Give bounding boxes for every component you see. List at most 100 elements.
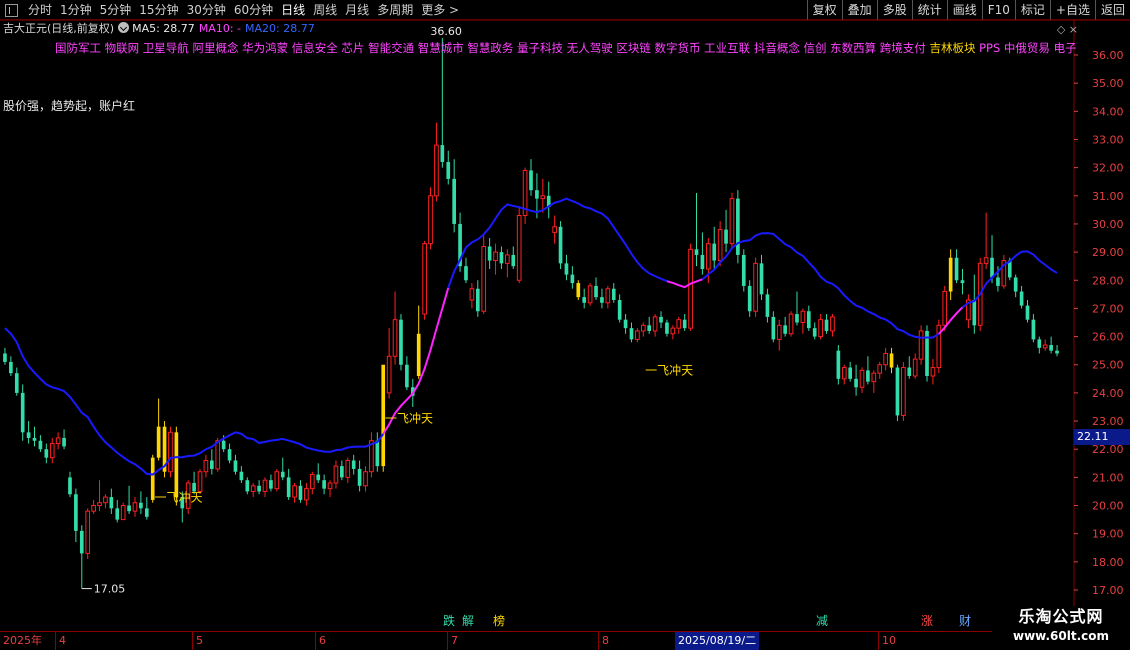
candle-body — [475, 288, 480, 312]
timeline-month-5: 5 — [192, 632, 203, 650]
candle-body — [901, 367, 906, 416]
candle-body — [771, 316, 776, 340]
candle-body — [948, 257, 953, 292]
chart-corner-icons[interactable]: ◇ × — [1057, 23, 1078, 36]
candle-body — [795, 314, 799, 323]
candle-body — [841, 367, 847, 380]
signal-label-yifeichongtian: 一飞冲天 — [385, 411, 433, 426]
candle-body — [570, 274, 575, 284]
candle-body — [55, 437, 61, 445]
candle-body — [280, 471, 285, 478]
candle-body — [227, 449, 232, 461]
candle-body — [960, 280, 965, 284]
candle-body — [871, 372, 877, 383]
candle-body — [493, 251, 498, 262]
candle-body — [298, 485, 303, 500]
price-tick-label: 21.00 — [1092, 471, 1124, 484]
candle-body — [174, 432, 179, 498]
candle-body — [983, 257, 989, 264]
candle-body — [996, 277, 1000, 286]
signal-jian[interactable]: 减 — [816, 614, 828, 628]
candle-body — [304, 488, 309, 501]
candle-body — [399, 319, 403, 365]
site-watermark: 乐淘公式网 www.60lt.com — [992, 606, 1130, 650]
candle-body — [26, 432, 31, 438]
candle-body — [765, 294, 770, 317]
candle-body — [144, 508, 149, 517]
ma20-value: MA20: 28.77 — [245, 22, 315, 35]
candle-body — [49, 443, 55, 459]
timeline-selected-date: 2025/08/19/二 — [675, 632, 760, 650]
candle-body — [700, 254, 705, 269]
candle-body — [20, 392, 25, 433]
candle-body — [322, 480, 326, 489]
candle-body — [812, 328, 817, 337]
candle-body — [168, 431, 173, 473]
candle-body — [705, 243, 711, 270]
candle-body — [327, 482, 333, 490]
ma10-value: MA10: - — [198, 22, 241, 35]
candle-body — [877, 364, 883, 374]
candle-body — [38, 440, 43, 450]
candle-body — [262, 479, 268, 492]
candle-body — [139, 502, 143, 509]
candle-body — [776, 324, 782, 340]
signal-cai[interactable]: 财 — [959, 614, 971, 628]
candle-body — [652, 316, 658, 332]
candle-body — [972, 299, 977, 326]
candle-body — [197, 471, 203, 492]
candle-body — [836, 350, 841, 379]
price-tick-label: 32.00 — [1092, 162, 1124, 175]
candle-body — [564, 263, 569, 275]
candle-body — [788, 313, 794, 335]
price-tick-label: 23.00 — [1092, 415, 1124, 428]
candle-body — [239, 471, 244, 481]
candle-body — [594, 285, 598, 298]
candle-body — [854, 378, 858, 388]
price-tick-label: 17.00 — [1092, 584, 1124, 597]
price-tick-label: 26.00 — [1092, 331, 1124, 344]
candle-body — [351, 460, 356, 469]
candle-body — [333, 465, 339, 484]
candle-body — [363, 471, 368, 487]
settings-circle-icon[interactable] — [118, 22, 130, 33]
concept-tags: 国防军工 物联网 卫星导航 阿里概念 华为鸿蒙 信息安全 芯片 智能交通 智慧城… — [55, 41, 1077, 55]
signal-die[interactable]: 跌 — [443, 614, 455, 628]
candle-body — [120, 505, 126, 521]
signal-label-yifeichongtian: 一飞冲天 — [645, 363, 693, 378]
signal-zhang[interactable]: 涨 — [921, 614, 933, 628]
candle-body — [464, 266, 468, 281]
candle-body — [582, 297, 587, 303]
candle-body — [250, 485, 256, 492]
candle-body — [233, 460, 238, 472]
kline-chart[interactable]: 36.00 35.00 34.00 33.00 32.00 31.00 30.00 29.00… — [0, 0, 1130, 650]
candle-body — [434, 144, 439, 197]
signal-bang[interactable]: 榜 — [493, 614, 505, 628]
candle-body — [375, 440, 380, 467]
signal-jie[interactable]: 解 — [462, 614, 474, 628]
candle-body — [422, 243, 427, 315]
candle-body — [487, 246, 492, 261]
candle-body — [62, 437, 66, 447]
candle-body — [85, 510, 91, 554]
candle-body — [209, 460, 214, 469]
candle-body — [1037, 339, 1042, 348]
ma-line-pink — [938, 306, 964, 335]
candle-body — [345, 459, 351, 478]
candle-body — [883, 352, 888, 366]
candle-body — [274, 471, 280, 490]
candle-body — [629, 328, 634, 340]
price-tick-label: 25.00 — [1092, 359, 1124, 372]
candle-body — [103, 496, 108, 504]
candle-body — [694, 249, 699, 255]
ma-line-pink — [666, 278, 703, 289]
candle-body — [670, 327, 676, 335]
candle-body — [605, 288, 611, 304]
candle-body — [452, 178, 456, 224]
candle-body — [712, 243, 717, 261]
candle-body — [759, 263, 764, 295]
candle-body — [1042, 344, 1048, 349]
candle-body — [623, 319, 628, 329]
concept-highlight: 吉林板块 — [929, 41, 976, 55]
candle-body — [736, 198, 740, 255]
